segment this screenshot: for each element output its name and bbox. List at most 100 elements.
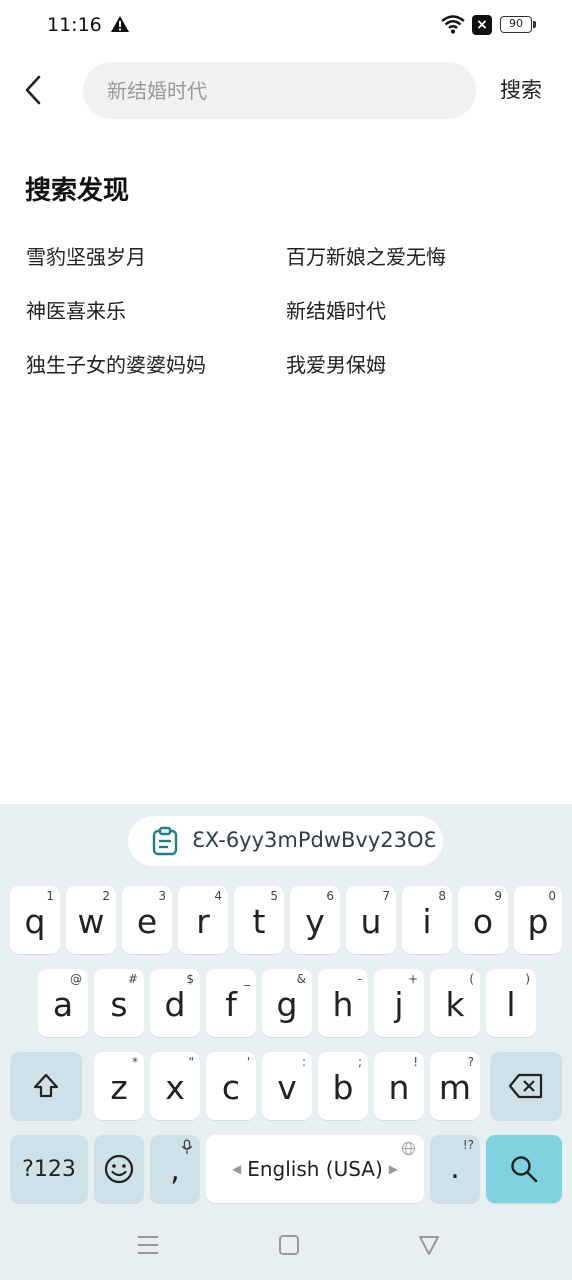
key-q[interactable]: 1q <box>10 886 60 954</box>
key-u[interactable]: 7u <box>346 886 396 954</box>
key-label: n <box>388 1068 410 1107</box>
discovery-title: 搜索发现 <box>25 176 130 206</box>
key-hint: * <box>132 1055 138 1069</box>
key-label: d <box>164 985 186 1024</box>
status-time: 11:16 <box>47 14 102 36</box>
discovery-item[interactable]: 我爱男保姆 <box>286 349 386 378</box>
key-p[interactable]: 0p <box>514 886 562 954</box>
key-label: f <box>225 985 237 1024</box>
backspace-key[interactable] <box>490 1052 562 1120</box>
key-hint: & <box>296 972 306 986</box>
key-hint: ; <box>357 1055 362 1069</box>
key-w[interactable]: 2w <box>66 886 116 954</box>
symbols-key[interactable]: ?123 <box>10 1135 88 1203</box>
key-hint: $ <box>186 972 194 986</box>
status-bar: 11:16 × 90 <box>0 0 572 52</box>
key-l[interactable]: ) l <box>486 969 536 1037</box>
key-y[interactable]: 6y <box>290 886 340 954</box>
key-label: j <box>394 985 404 1024</box>
clipboard-suggestion[interactable]: ƐX-6yy3mPdwBvy23OƐ <box>128 816 443 866</box>
key-hint: 5 <box>270 889 278 903</box>
key-label: c <box>221 1068 241 1107</box>
comma-label: , <box>170 1153 180 1188</box>
key-hint: : <box>301 1055 306 1069</box>
key-e[interactable]: 3e <box>122 886 172 954</box>
key-hint: 6 <box>326 889 334 903</box>
search-icon <box>511 1156 538 1183</box>
key-hint: ? <box>467 1055 474 1069</box>
key-b[interactable]: ; b <box>318 1052 368 1120</box>
key-hint: - <box>357 972 362 986</box>
key-f[interactable]: _ f <box>206 969 256 1037</box>
search-action-key[interactable] <box>486 1135 562 1203</box>
key-v[interactable]: :v <box>262 1052 312 1120</box>
key-label: h <box>332 985 354 1024</box>
search-button[interactable]: 搜索 <box>500 74 542 104</box>
key-c[interactable]: ' c <box>206 1052 256 1120</box>
comma-key[interactable]: , <box>150 1135 200 1203</box>
discovery-item[interactable]: 百万新娘之爱无悔 <box>286 241 446 270</box>
emoji-key[interactable] <box>94 1135 144 1203</box>
key-x[interactable]: " x <box>150 1052 200 1120</box>
key-hint: 8 <box>438 889 446 903</box>
key-hint: ' <box>246 1055 250 1069</box>
warning-icon <box>111 16 129 32</box>
key-label: s <box>110 985 128 1024</box>
discovery-item[interactable]: 独生子女的婆婆妈妈 <box>26 349 206 378</box>
menu-icon[interactable] <box>136 1233 160 1257</box>
battery-level: 90 <box>509 17 523 30</box>
key-d[interactable]: $ d <box>150 969 200 1037</box>
key-j[interactable]: + j <box>374 969 424 1037</box>
key-label: p <box>527 902 549 941</box>
key-z[interactable]: * z <box>94 1052 144 1120</box>
key-s[interactable]: # s <box>94 969 144 1037</box>
key-g[interactable]: & g <box>262 969 312 1037</box>
search-box[interactable] <box>83 62 476 119</box>
key-t[interactable]: 5t <box>234 886 284 954</box>
key-label: m <box>438 1068 472 1107</box>
key-hint: 4 <box>214 889 222 903</box>
globe-icon <box>401 1141 416 1156</box>
key-hint: _ <box>244 972 250 986</box>
clipboard-icon <box>152 826 178 856</box>
key-label: l <box>506 985 516 1024</box>
space-key[interactable]: ◀ English (USA) ▶ <box>206 1135 424 1203</box>
key-k[interactable]: (k <box>430 969 480 1037</box>
key-h[interactable]: -h <box>318 969 368 1037</box>
key-a[interactable]: @ a <box>38 969 88 1037</box>
shift-key[interactable] <box>10 1052 82 1120</box>
key-label: i <box>422 902 432 941</box>
key-hint: 1 <box>46 889 54 903</box>
arrow-right-icon: ▶ <box>388 1162 398 1176</box>
key-hint: ) <box>525 972 530 986</box>
home-icon[interactable] <box>277 1233 301 1257</box>
key-o[interactable]: 9o <box>458 886 508 954</box>
key-hint: ! <box>413 1055 418 1069</box>
search-input[interactable] <box>107 62 447 119</box>
key-hint: 3 <box>158 889 166 903</box>
discovery-item[interactable]: 雪豹坚强岁月 <box>26 241 146 270</box>
shift-icon <box>33 1073 59 1098</box>
key-label: v <box>277 1068 297 1107</box>
key-hint: 0 <box>548 889 556 903</box>
period-key[interactable]: !? . <box>430 1135 480 1203</box>
key-label: t <box>252 902 266 941</box>
key-hint: 9 <box>494 889 502 903</box>
key-label: w <box>77 902 105 941</box>
chevron-left-icon <box>25 75 41 105</box>
back-button[interactable] <box>18 70 50 110</box>
discovery-item[interactable]: 新结婚时代 <box>286 295 386 324</box>
back-triangle-icon[interactable] <box>417 1233 441 1257</box>
key-m[interactable]: ? m <box>430 1052 480 1120</box>
navigation-bar <box>0 1215 572 1280</box>
key-label: b <box>332 1068 354 1107</box>
key-n[interactable]: ! n <box>374 1052 424 1120</box>
backspace-icon <box>508 1073 543 1099</box>
key-hint: " <box>188 1055 194 1069</box>
key-r[interactable]: 4r <box>178 886 228 954</box>
key-hint: ( <box>469 972 474 986</box>
key-label: q <box>24 902 46 941</box>
key-i[interactable]: 8i <box>402 886 452 954</box>
battery-icon: 90 <box>500 16 532 33</box>
discovery-item[interactable]: 神医喜来乐 <box>26 295 126 324</box>
